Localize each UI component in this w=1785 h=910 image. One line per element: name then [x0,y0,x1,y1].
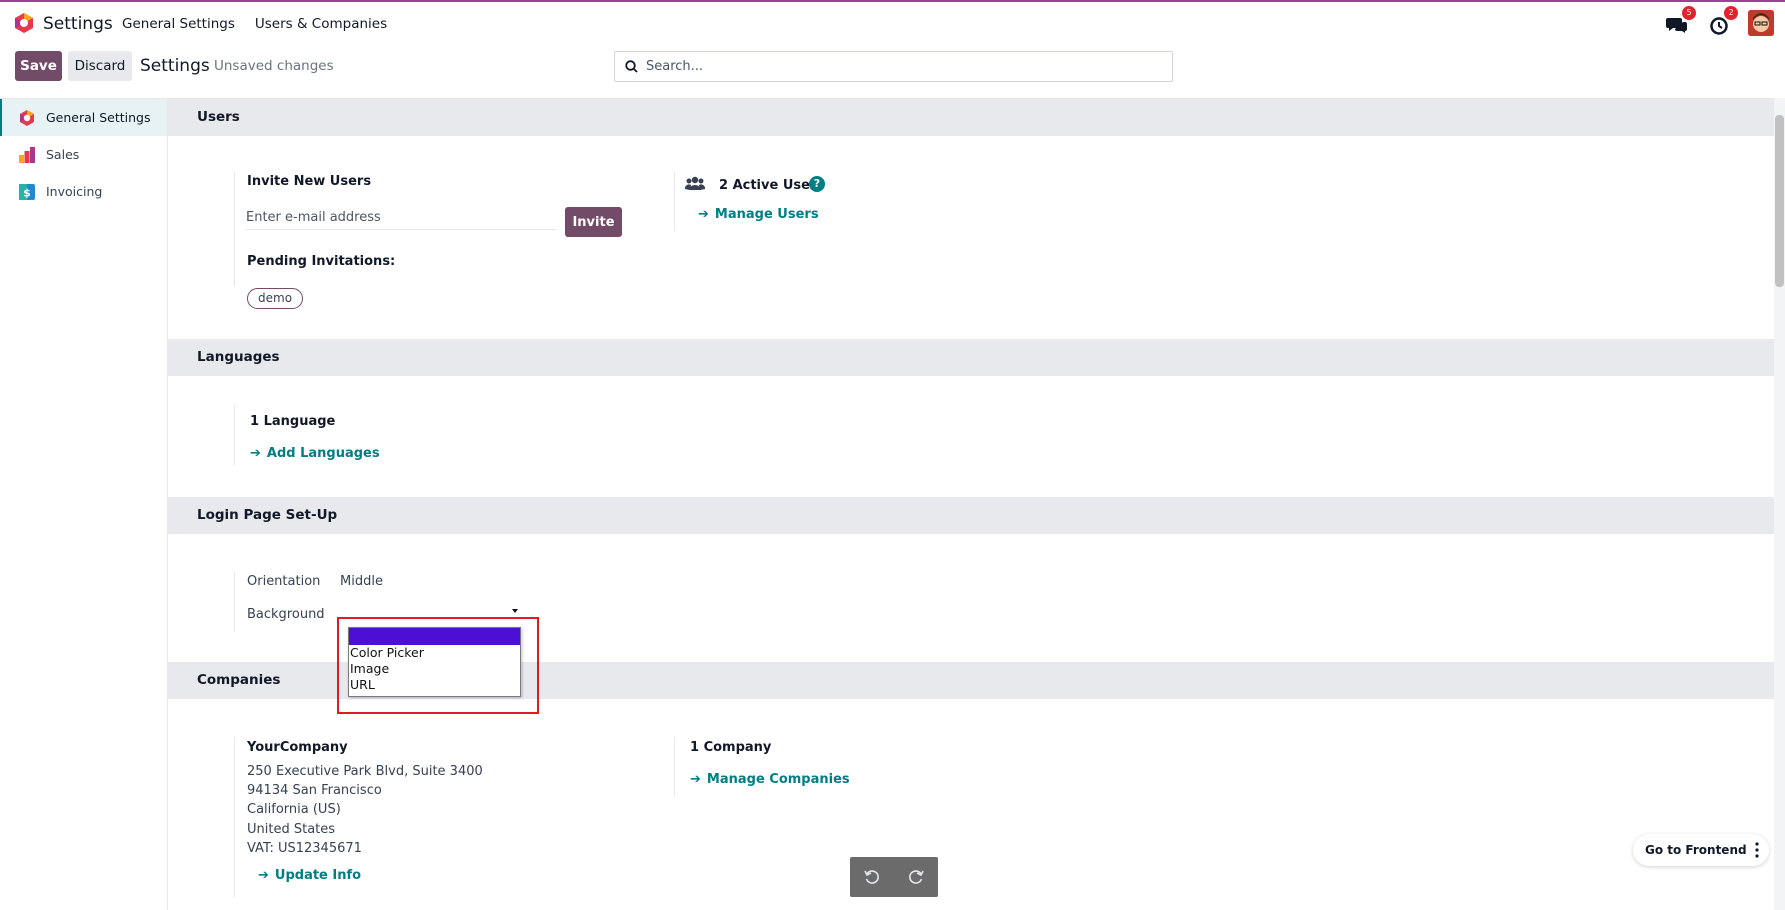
sidebar-item-invoicing[interactable]: $ Invoicing [0,173,167,210]
company-address-line3: California (US) [247,802,341,817]
pending-invitations-label: Pending Invitations: [247,254,396,269]
settings-app-icon [20,109,34,126]
company-address-line4: United States [247,822,336,837]
nav-menu: General Settings Users & Companies [122,16,387,32]
invite-users-title: Invite New Users [247,174,372,189]
company-address-line1: 250 Executive Park Blvd, Suite 3400 [247,764,483,779]
search-icon [625,60,638,73]
messages-button[interactable]: 5 [1666,6,1696,36]
manage-users-link[interactable]: ➔ Manage Users [698,207,819,222]
arrow-right-icon: ➔ [690,772,701,787]
redo-icon[interactable] [907,868,925,886]
undo-redo-bar [850,857,938,897]
settings-main: Users Invite New Users Invite Pending In… [168,98,1774,910]
divider [234,172,235,286]
svg-text:$: $ [23,186,31,199]
avatar-icon [1748,10,1774,36]
manage-users-label: Manage Users [714,207,819,222]
add-languages-label: Add Languages [266,446,380,461]
sidebar-item-label: Sales [46,147,80,162]
section-header-users: Users [168,99,1774,136]
users-icon [685,176,705,190]
background-option-url[interactable]: URL [349,677,520,693]
unsaved-status: Unsaved changes [214,58,334,74]
divider [674,172,675,231]
app-title[interactable]: Settings [43,14,113,34]
sidebar-item-general-settings[interactable]: General Settings [0,99,167,136]
add-languages-link[interactable]: ➔ Add Languages [250,446,380,461]
undo-icon[interactable] [863,868,881,886]
top-navbar: Settings General Settings Users & Compan… [0,0,1785,44]
scrollbar[interactable] [1774,98,1785,910]
divider [674,737,675,797]
company-vat: VAT: US12345671 [247,841,362,856]
section-header-login-page: Login Page Set-Up [168,497,1774,534]
discard-button[interactable]: Discard [68,51,132,81]
manage-companies-label: Manage Companies [706,772,850,787]
kebab-menu-icon[interactable] [1755,842,1759,858]
save-button[interactable]: Save [15,51,62,81]
search-input[interactable] [646,59,1146,74]
search-box [614,51,1173,82]
background-option-empty[interactable] [349,628,520,645]
sidebar-item-label: General Settings [46,110,151,125]
odoo-logo-icon[interactable] [13,12,35,34]
scrollbar-thumb[interactable] [1775,115,1784,287]
go-to-frontend-pill: Go to Frontend [1633,834,1769,866]
company-name: YourCompany [247,740,348,755]
sales-app-icon [19,146,35,163]
help-icon[interactable]: ? [809,176,825,192]
background-label: Background [247,607,325,622]
messages-badge: 5 [1682,6,1696,20]
companies-count: 1 Company [690,740,772,755]
chevron-down-icon[interactable] [512,609,518,613]
languages-count: 1 Language [250,414,336,429]
background-dropdown[interactable]: Color Picker Image URL [348,627,521,697]
divider [234,737,235,897]
email-field[interactable] [246,206,557,230]
activities-button[interactable]: 2 [1708,6,1738,36]
invoicing-app-icon: $ [19,183,35,200]
manage-companies-link[interactable]: ➔ Manage Companies [690,772,850,787]
update-info-link[interactable]: ➔ Update Info [258,868,361,883]
sidebar-item-sales[interactable]: Sales [0,136,167,173]
orientation-select[interactable]: Middle [340,574,383,589]
orientation-label: Orientation [247,574,321,589]
background-option-color-picker[interactable]: Color Picker [349,645,520,661]
divider [234,572,235,632]
go-to-frontend-button[interactable]: Go to Frontend [1645,843,1747,857]
background-option-image[interactable]: Image [349,661,520,677]
menu-general-settings[interactable]: General Settings [122,16,235,32]
active-users-count: 2 Active User [719,178,817,193]
section-header-languages: Languages [168,339,1774,376]
company-address-line2: 94134 San Francisco [247,783,382,798]
breadcrumb-title: Settings [140,56,210,76]
user-avatar[interactable] [1748,10,1774,36]
update-info-label: Update Info [274,868,362,883]
activities-badge: 2 [1724,6,1738,20]
arrow-right-icon: ➔ [250,446,261,461]
arrow-right-icon: ➔ [258,868,269,883]
menu-users-companies[interactable]: Users & Companies [255,16,387,32]
pending-invitation-tag[interactable]: demo [247,288,304,309]
arrow-right-icon: ➔ [698,207,709,222]
divider [234,405,235,465]
settings-sidebar: General Settings Sales $ Invoicing [0,98,168,910]
invite-button[interactable]: Invite [565,207,622,237]
sidebar-item-label: Invoicing [46,184,103,199]
